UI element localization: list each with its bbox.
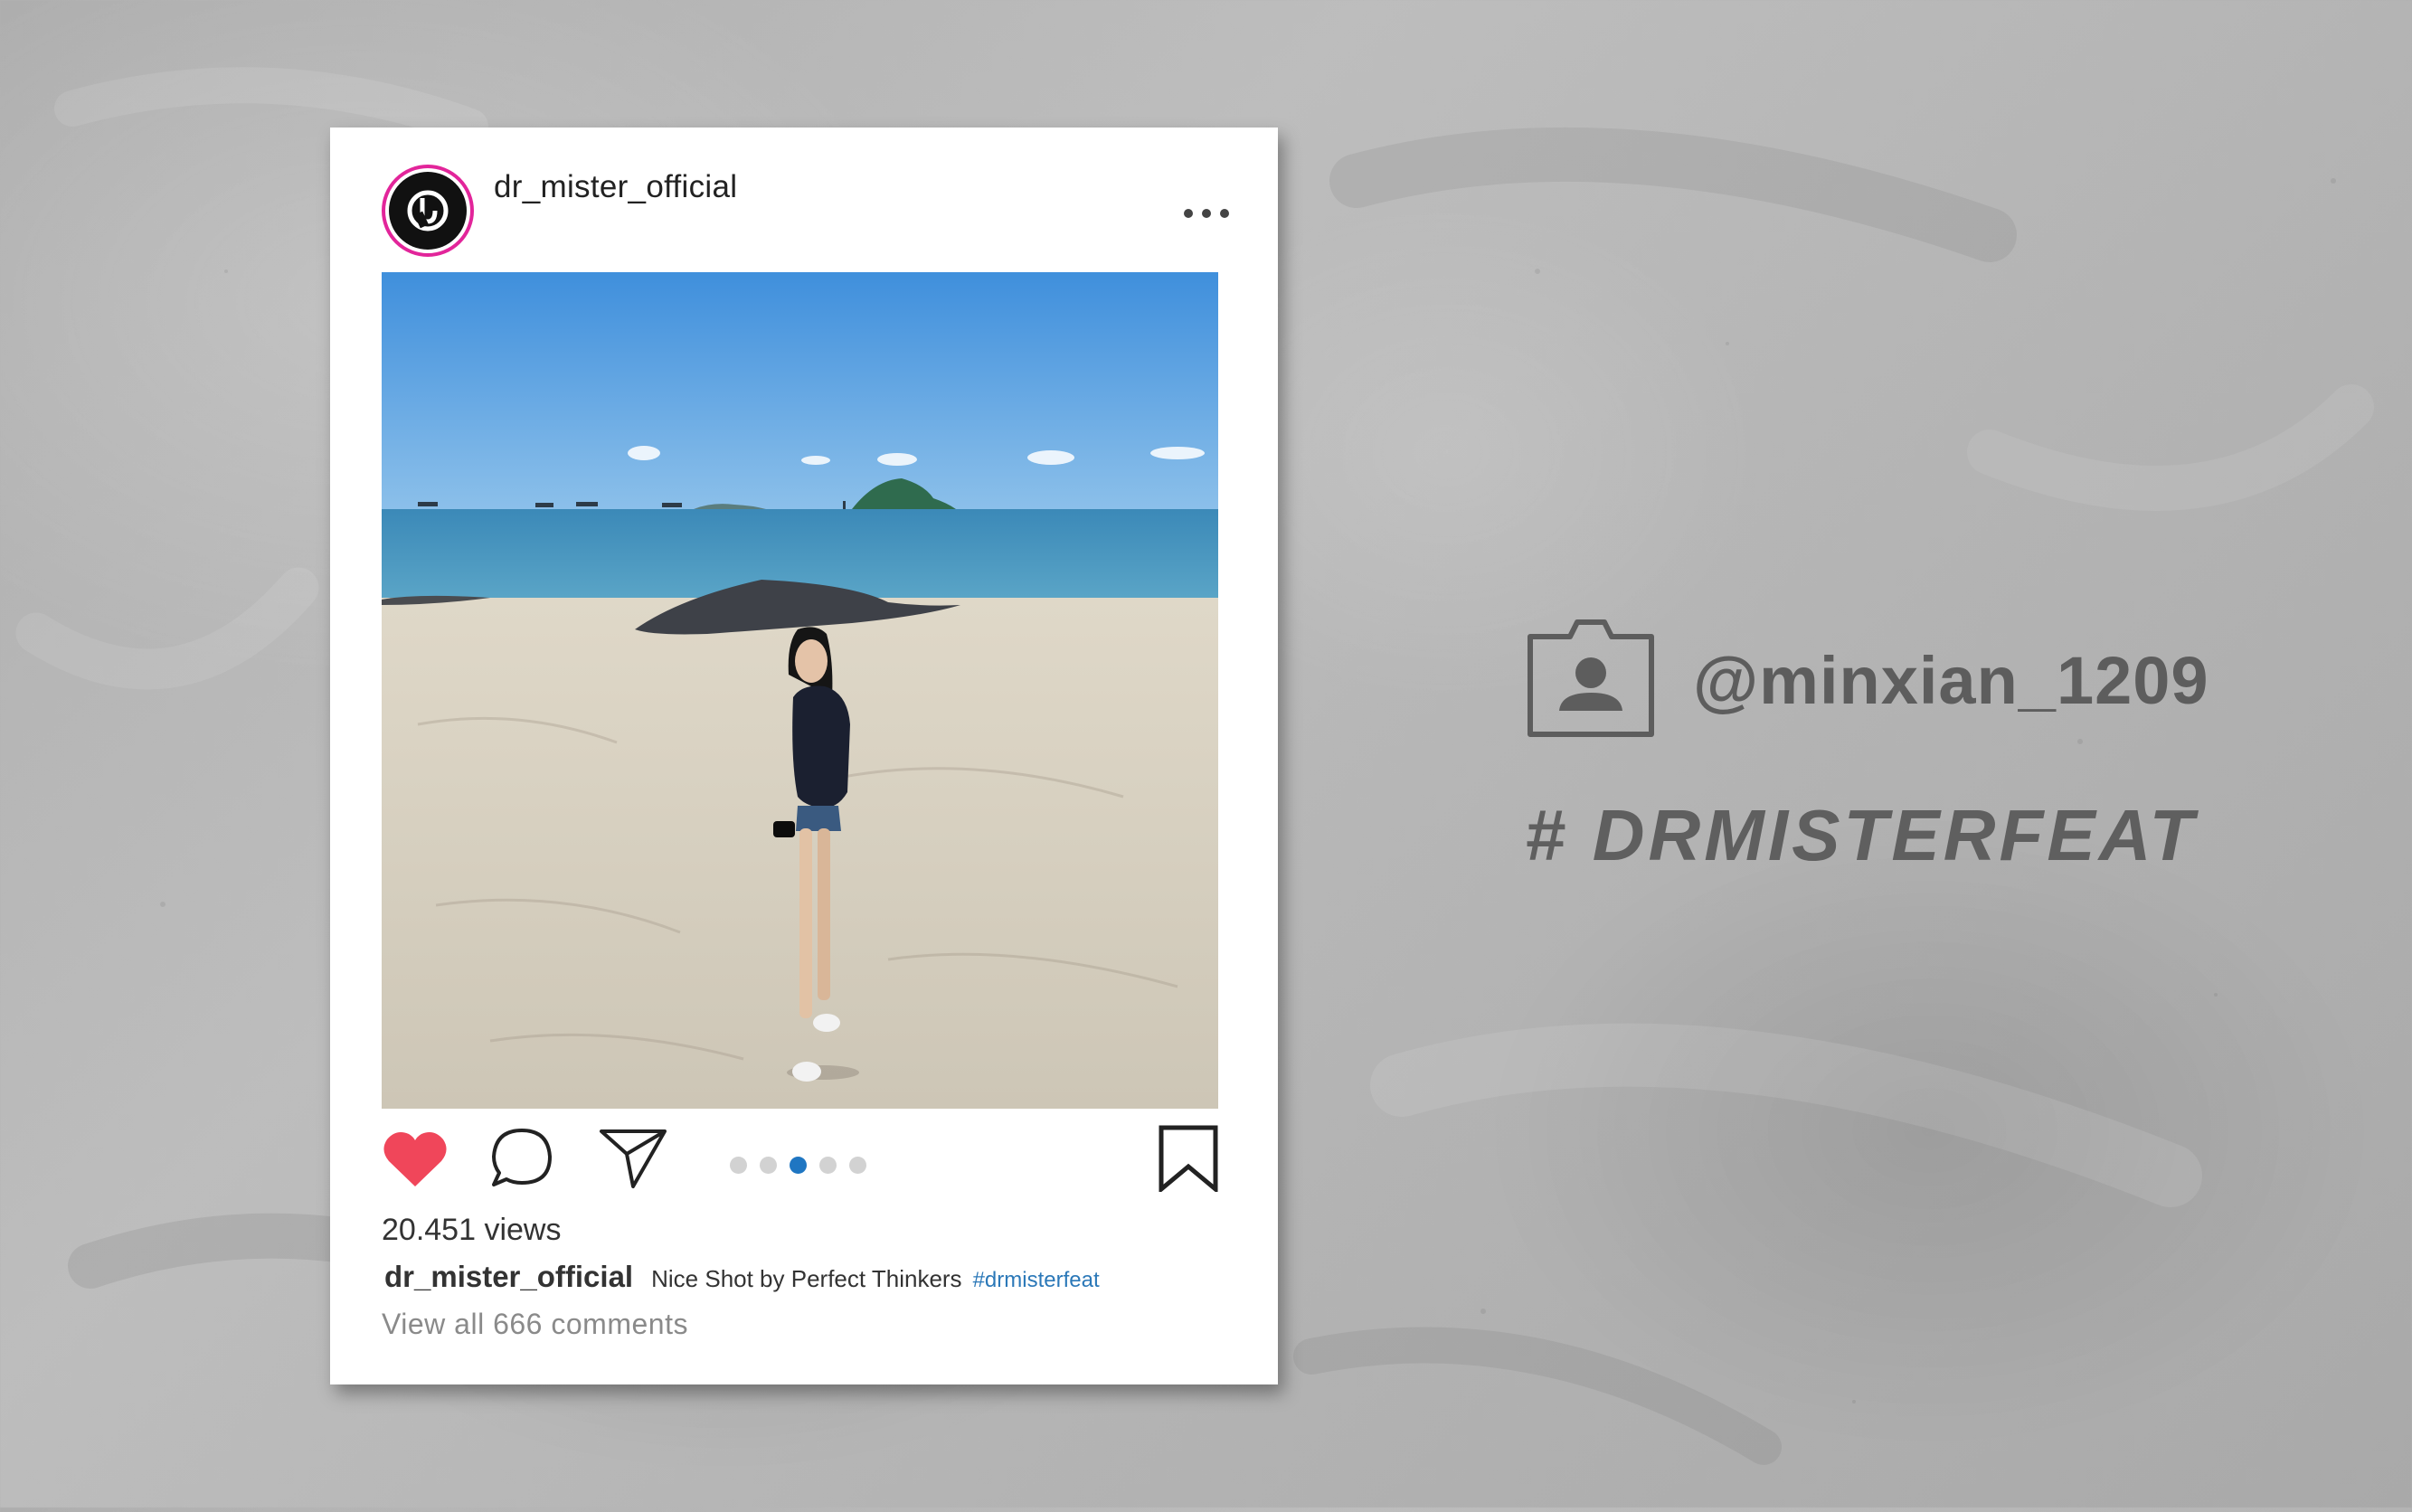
post-username[interactable]: dr_mister_official	[494, 169, 737, 205]
more-dots-icon[interactable]	[1184, 207, 1229, 220]
bookmark-icon[interactable]	[1159, 1125, 1218, 1196]
carousel-indicator	[730, 1157, 866, 1174]
carousel-dot-active[interactable]	[790, 1157, 807, 1174]
action-bar	[382, 1125, 1218, 1197]
carousel-dot[interactable]	[849, 1157, 866, 1174]
profile-card-icon	[1525, 617, 1657, 744]
campaign-hashtag: # DRMISTERFEAT	[1525, 795, 2198, 875]
post-photo[interactable]	[382, 272, 1218, 1109]
caption-text: Nice Shot by Perfect Thinkers	[651, 1265, 962, 1292]
avatar[interactable]	[382, 165, 474, 257]
creator-handle: @minxian_1209	[1693, 642, 2209, 718]
caption-hashtag-link[interactable]: #drmisterfeat	[973, 1268, 1100, 1293]
view-comments-link[interactable]: View all 666 comments	[382, 1308, 688, 1341]
overlay-handle-row: @minxian_1209	[1525, 619, 2209, 742]
carousel-dot[interactable]	[760, 1157, 777, 1174]
comment-icon[interactable]	[490, 1127, 553, 1195]
carousel-dot[interactable]	[819, 1157, 837, 1174]
paper-plane-icon[interactable]	[599, 1127, 667, 1195]
carousel-dot[interactable]	[730, 1157, 747, 1174]
instagram-post-card: dr_mister_official 20.451 views dr_miste…	[330, 128, 1278, 1384]
heart-icon[interactable]	[382, 1129, 449, 1193]
post-caption: dr_mister_official Nice Shot by Perfect …	[384, 1260, 1100, 1294]
brand-logo	[389, 172, 467, 250]
caption-username[interactable]: dr_mister_official	[384, 1260, 633, 1294]
view-count: 20.451 views	[382, 1213, 562, 1247]
